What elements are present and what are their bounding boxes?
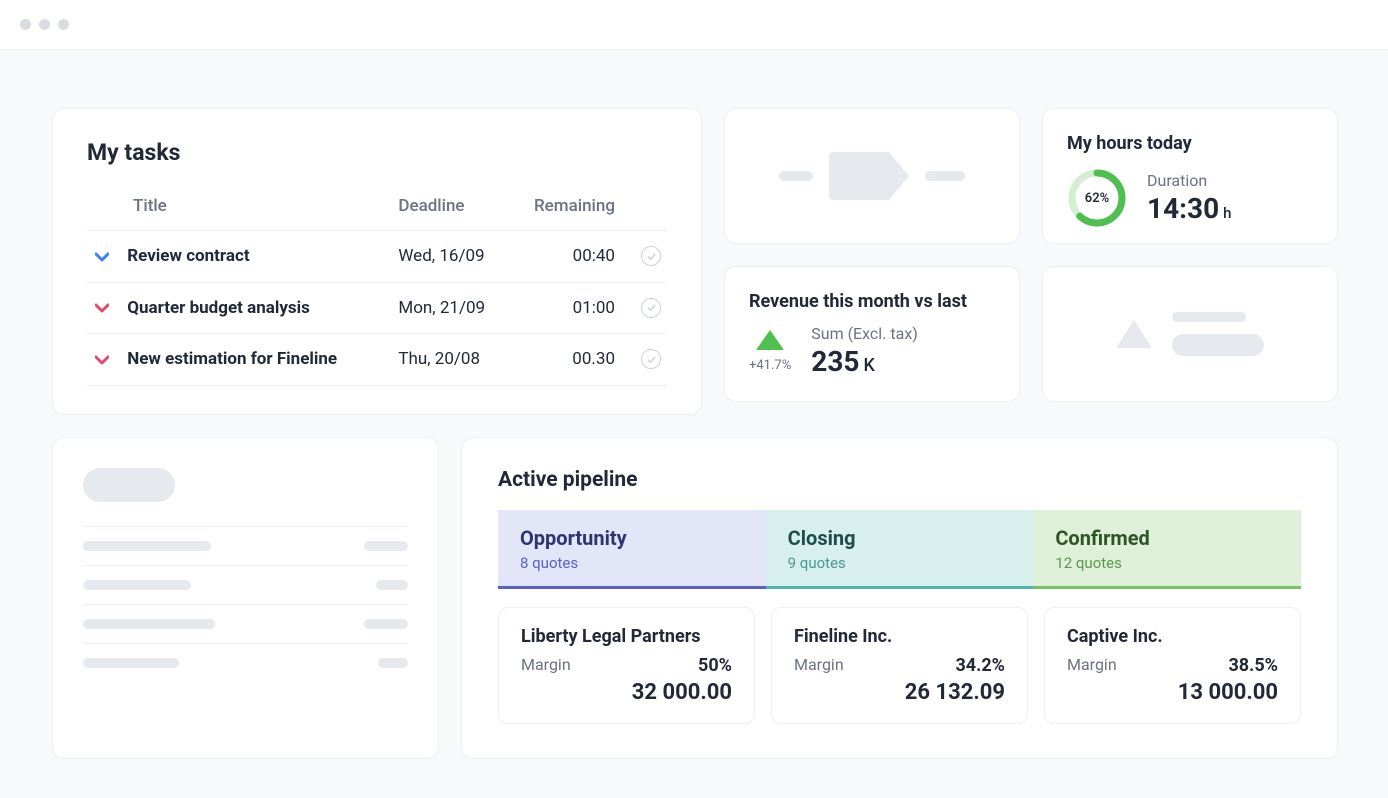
revenue-value: 235K — [811, 345, 918, 378]
my-tasks-card: My tasks Title Deadline Remaining — [52, 108, 702, 415]
triangle-up-icon — [756, 330, 784, 350]
placeholder-bar — [1172, 312, 1246, 322]
tasks-table: Title Deadline Remaining Review contract — [87, 186, 667, 386]
window-dot — [20, 19, 31, 30]
task-remaining: 01:00 — [510, 282, 621, 334]
hours-donut-chart: 62% — [1067, 168, 1127, 228]
task-deadline: Thu, 20/08 — [392, 334, 510, 386]
revenue-delta: +41.7% — [749, 330, 791, 373]
window-dot — [39, 19, 50, 30]
task-title: New estimation for Fineline — [127, 349, 337, 369]
hours-card: My hours today 62% Duration 14:30h — [1042, 108, 1338, 244]
chevron-down-icon — [93, 298, 111, 318]
placeholder-bar — [925, 171, 965, 181]
placeholder-row — [83, 604, 408, 643]
placeholder-row — [83, 526, 408, 565]
hours-value: 14:30h — [1147, 192, 1232, 225]
hours-title: My hours today — [1067, 133, 1313, 154]
complete-check-icon[interactable] — [641, 246, 661, 266]
placeholder-row — [83, 565, 408, 604]
chevron-down-icon — [93, 350, 111, 370]
complete-check-icon[interactable] — [641, 349, 661, 369]
my-tasks-title: My tasks — [87, 139, 667, 166]
placeholder-card — [1042, 266, 1338, 402]
pipeline-company-card[interactable]: Captive Inc. Margin38.5% 13 000.00 — [1044, 607, 1301, 724]
chevron-down-icon — [93, 247, 111, 267]
triangle-icon — [1116, 320, 1152, 348]
table-row[interactable]: Quarter budget analysis Mon, 21/09 01:00 — [87, 282, 667, 334]
placeholder-pill — [83, 468, 175, 502]
window-titlebar — [0, 0, 1388, 50]
stage-confirmed[interactable]: Confirmed 12 quotes — [1033, 510, 1301, 589]
hours-label: Duration — [1147, 171, 1232, 190]
revenue-label: Sum (Excl. tax) — [811, 324, 918, 343]
table-row[interactable]: Review contract Wed, 16/09 00:40 — [87, 231, 667, 283]
complete-check-icon[interactable] — [641, 298, 661, 318]
task-deadline: Mon, 21/09 — [392, 282, 510, 334]
placeholder-pill — [1172, 334, 1264, 356]
task-remaining: 00.30 — [510, 334, 621, 386]
table-row[interactable]: New estimation for Fineline Thu, 20/08 0… — [87, 334, 667, 386]
window-dot — [58, 19, 69, 30]
col-deadline: Deadline — [392, 186, 510, 231]
task-deadline: Wed, 16/09 — [392, 231, 510, 283]
pipeline-company-card[interactable]: Liberty Legal Partners Margin50% 32 000.… — [498, 607, 755, 724]
placeholder-bar — [779, 171, 813, 181]
revenue-title: Revenue this month vs last — [749, 291, 995, 312]
pipeline-card: Active pipeline Opportunity 8 quotes Clo… — [461, 437, 1338, 759]
stage-opportunity[interactable]: Opportunity 8 quotes — [498, 510, 766, 589]
placeholder-row — [83, 643, 408, 682]
task-title: Review contract — [127, 246, 249, 266]
stage-closing[interactable]: Closing 9 quotes — [766, 510, 1034, 589]
col-remaining: Remaining — [510, 186, 621, 231]
pipeline-company-card[interactable]: Fineline Inc. Margin34.2% 26 132.09 — [771, 607, 1028, 724]
funnel-arrow-icon — [829, 152, 909, 200]
task-remaining: 00:40 — [510, 231, 621, 283]
revenue-card: Revenue this month vs last +41.7% Sum (E… — [724, 266, 1020, 402]
pipeline-title: Active pipeline — [498, 468, 1301, 492]
list-placeholder-card — [52, 437, 439, 759]
task-title: Quarter budget analysis — [127, 298, 310, 318]
col-title: Title — [87, 186, 392, 231]
funnel-placeholder-card — [724, 108, 1020, 244]
